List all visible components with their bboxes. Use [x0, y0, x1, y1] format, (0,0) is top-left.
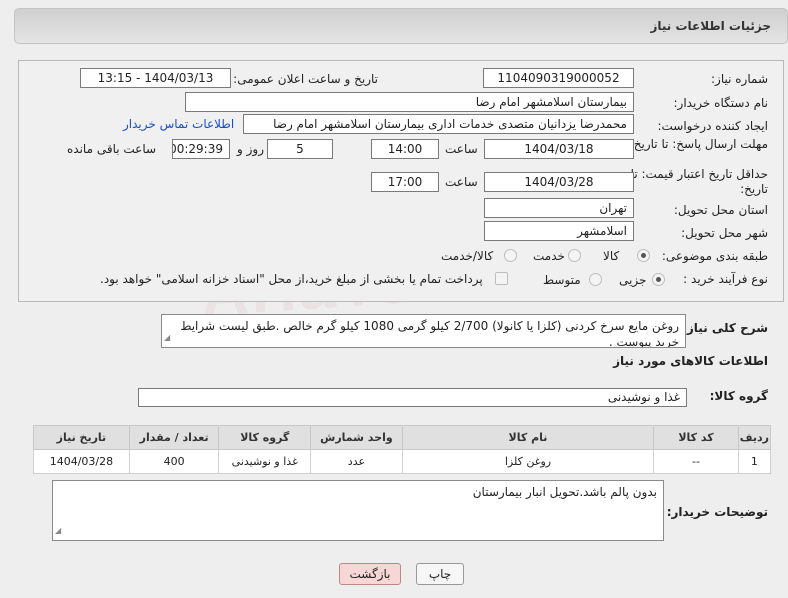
buyer-notes-textarea[interactable]: بدون پالم باشد.تحویل انبار بیمارستان ◢ — [52, 480, 664, 541]
creator-field[interactable]: محمدرضا یزدانیان متصدی خدمات اداری بیمار… — [243, 114, 634, 134]
category-option-goods-service: کالا/خدمت — [441, 249, 494, 263]
need-number-label: شماره نیاز: — [711, 72, 768, 86]
buyer-field[interactable]: بیمارستان اسلامشهر امام رضا — [185, 92, 634, 112]
deadline-time-field[interactable]: 14:00 — [371, 139, 439, 159]
col-group: گروه کالا — [218, 425, 312, 450]
category-radio-goods-service[interactable] — [504, 249, 517, 262]
col-item-code: کد کالا — [653, 425, 739, 450]
need-number-field[interactable]: 1104090319000052 — [483, 68, 634, 88]
days-field[interactable]: 5 — [267, 139, 333, 159]
city-field[interactable]: اسلامشهر — [484, 221, 634, 241]
process-option-medium: متوسط — [543, 273, 581, 287]
creator-label: ایجاد کننده درخواست: — [657, 119, 768, 133]
col-quantity: تعداد / مقدار — [128, 425, 220, 450]
treasury-payment-checkbox[interactable] — [495, 272, 508, 285]
cell-group: غذا و نوشیدنی — [218, 449, 312, 474]
deadline-time-word: ساعت — [445, 142, 478, 156]
goods-table-header-row: ردیف کد کالا نام کالا واحد شمارش گروه کا… — [33, 425, 772, 450]
back-button[interactable]: بازگشت — [339, 563, 401, 585]
cell-unit: عدد — [310, 449, 403, 474]
deadline-date-field[interactable]: 1404/03/18 — [484, 139, 634, 159]
process-radio-minor[interactable] — [652, 273, 665, 286]
category-option-goods: کالا — [603, 249, 620, 263]
validity-time-field[interactable]: 17:00 — [371, 172, 439, 192]
page-title: جزئیات اطلاعات نیاز — [650, 19, 771, 33]
process-option-minor: جزیی — [619, 273, 647, 287]
print-button[interactable]: چاپ — [416, 563, 464, 585]
cell-quantity: 400 — [128, 449, 220, 474]
description-label: شرح کلی نیاز: — [682, 321, 768, 335]
deadline-label: مهلت ارسال پاسخ: تا تاریخ: — [629, 137, 768, 151]
category-radio-service[interactable] — [568, 249, 581, 262]
resize-grip-icon[interactable]: ◢ — [164, 330, 170, 346]
buyer-notes-label: توضیحات خریدار: — [666, 505, 768, 519]
category-option-service: خدمت — [533, 249, 565, 263]
category-radio-goods[interactable] — [637, 249, 650, 262]
cell-item-code: -- — [653, 449, 739, 474]
announce-date-label: تاریخ و ساعت اعلان عمومی: — [233, 72, 378, 86]
cell-item-name: روغن کلزا — [401, 449, 655, 474]
col-unit: واحد شمارش — [310, 425, 403, 450]
description-text: روغن مایع سرخ کردنی (کلزا یا کانولا) 2/7… — [180, 319, 679, 348]
city-label: شهر محل تحویل: — [681, 226, 768, 240]
buyer-notes-text: بدون پالم باشد.تحویل انبار بیمارستان — [472, 485, 657, 499]
col-row-number: ردیف — [737, 425, 772, 450]
process-radio-medium[interactable] — [589, 273, 602, 286]
process-label: نوع فرآیند خرید : — [683, 272, 768, 286]
province-label: استان محل تحویل: — [673, 203, 768, 217]
days-word: روز و — [237, 142, 264, 156]
goods-section-title: اطلاعات کالاهای مورد نیاز — [613, 354, 768, 368]
cell-row-number: 1 — [737, 449, 772, 474]
announce-date-field[interactable]: 1404/03/13 - 13:15 — [80, 68, 231, 88]
province-field[interactable]: تهران — [484, 198, 634, 218]
goods-group-label: گروه کالا: — [709, 389, 768, 403]
remaining-time-field[interactable]: 00:29:39 — [172, 139, 230, 159]
col-need-date: تاریخ نیاز — [33, 425, 130, 450]
table-row: 1 -- روغن کلزا عدد غذا و نوشیدنی 400 140… — [33, 449, 772, 474]
resize-grip-icon[interactable]: ◢ — [55, 523, 61, 539]
treasury-payment-note: پرداخت تمام یا بخشی از مبلغ خرید،از محل … — [100, 272, 483, 286]
col-item-name: نام کالا — [401, 425, 655, 450]
category-label: طبقه بندی موضوعی: — [661, 249, 768, 263]
page-header: جزئیات اطلاعات نیاز — [14, 8, 788, 44]
remaining-word: ساعت باقی مانده — [67, 142, 157, 156]
description-textarea[interactable]: روغن مایع سرخ کردنی (کلزا یا کانولا) 2/7… — [161, 314, 686, 348]
goods-table: ردیف کد کالا نام کالا واحد شمارش گروه کا… — [33, 425, 772, 474]
validity-time-word: ساعت — [445, 175, 478, 189]
buyer-contact-link[interactable]: اطلاعات تماس خریدار — [123, 117, 234, 131]
buyer-label: نام دستگاه خریدار: — [673, 96, 769, 110]
price-validity-label: حداقل تاریخ اعتبار قیمت: تا تاریخ: — [630, 167, 768, 196]
goods-group-field[interactable]: غذا و نوشیدنی — [138, 388, 687, 407]
validity-date-field[interactable]: 1404/03/28 — [484, 172, 634, 192]
cell-need-date: 1404/03/28 — [33, 449, 130, 474]
